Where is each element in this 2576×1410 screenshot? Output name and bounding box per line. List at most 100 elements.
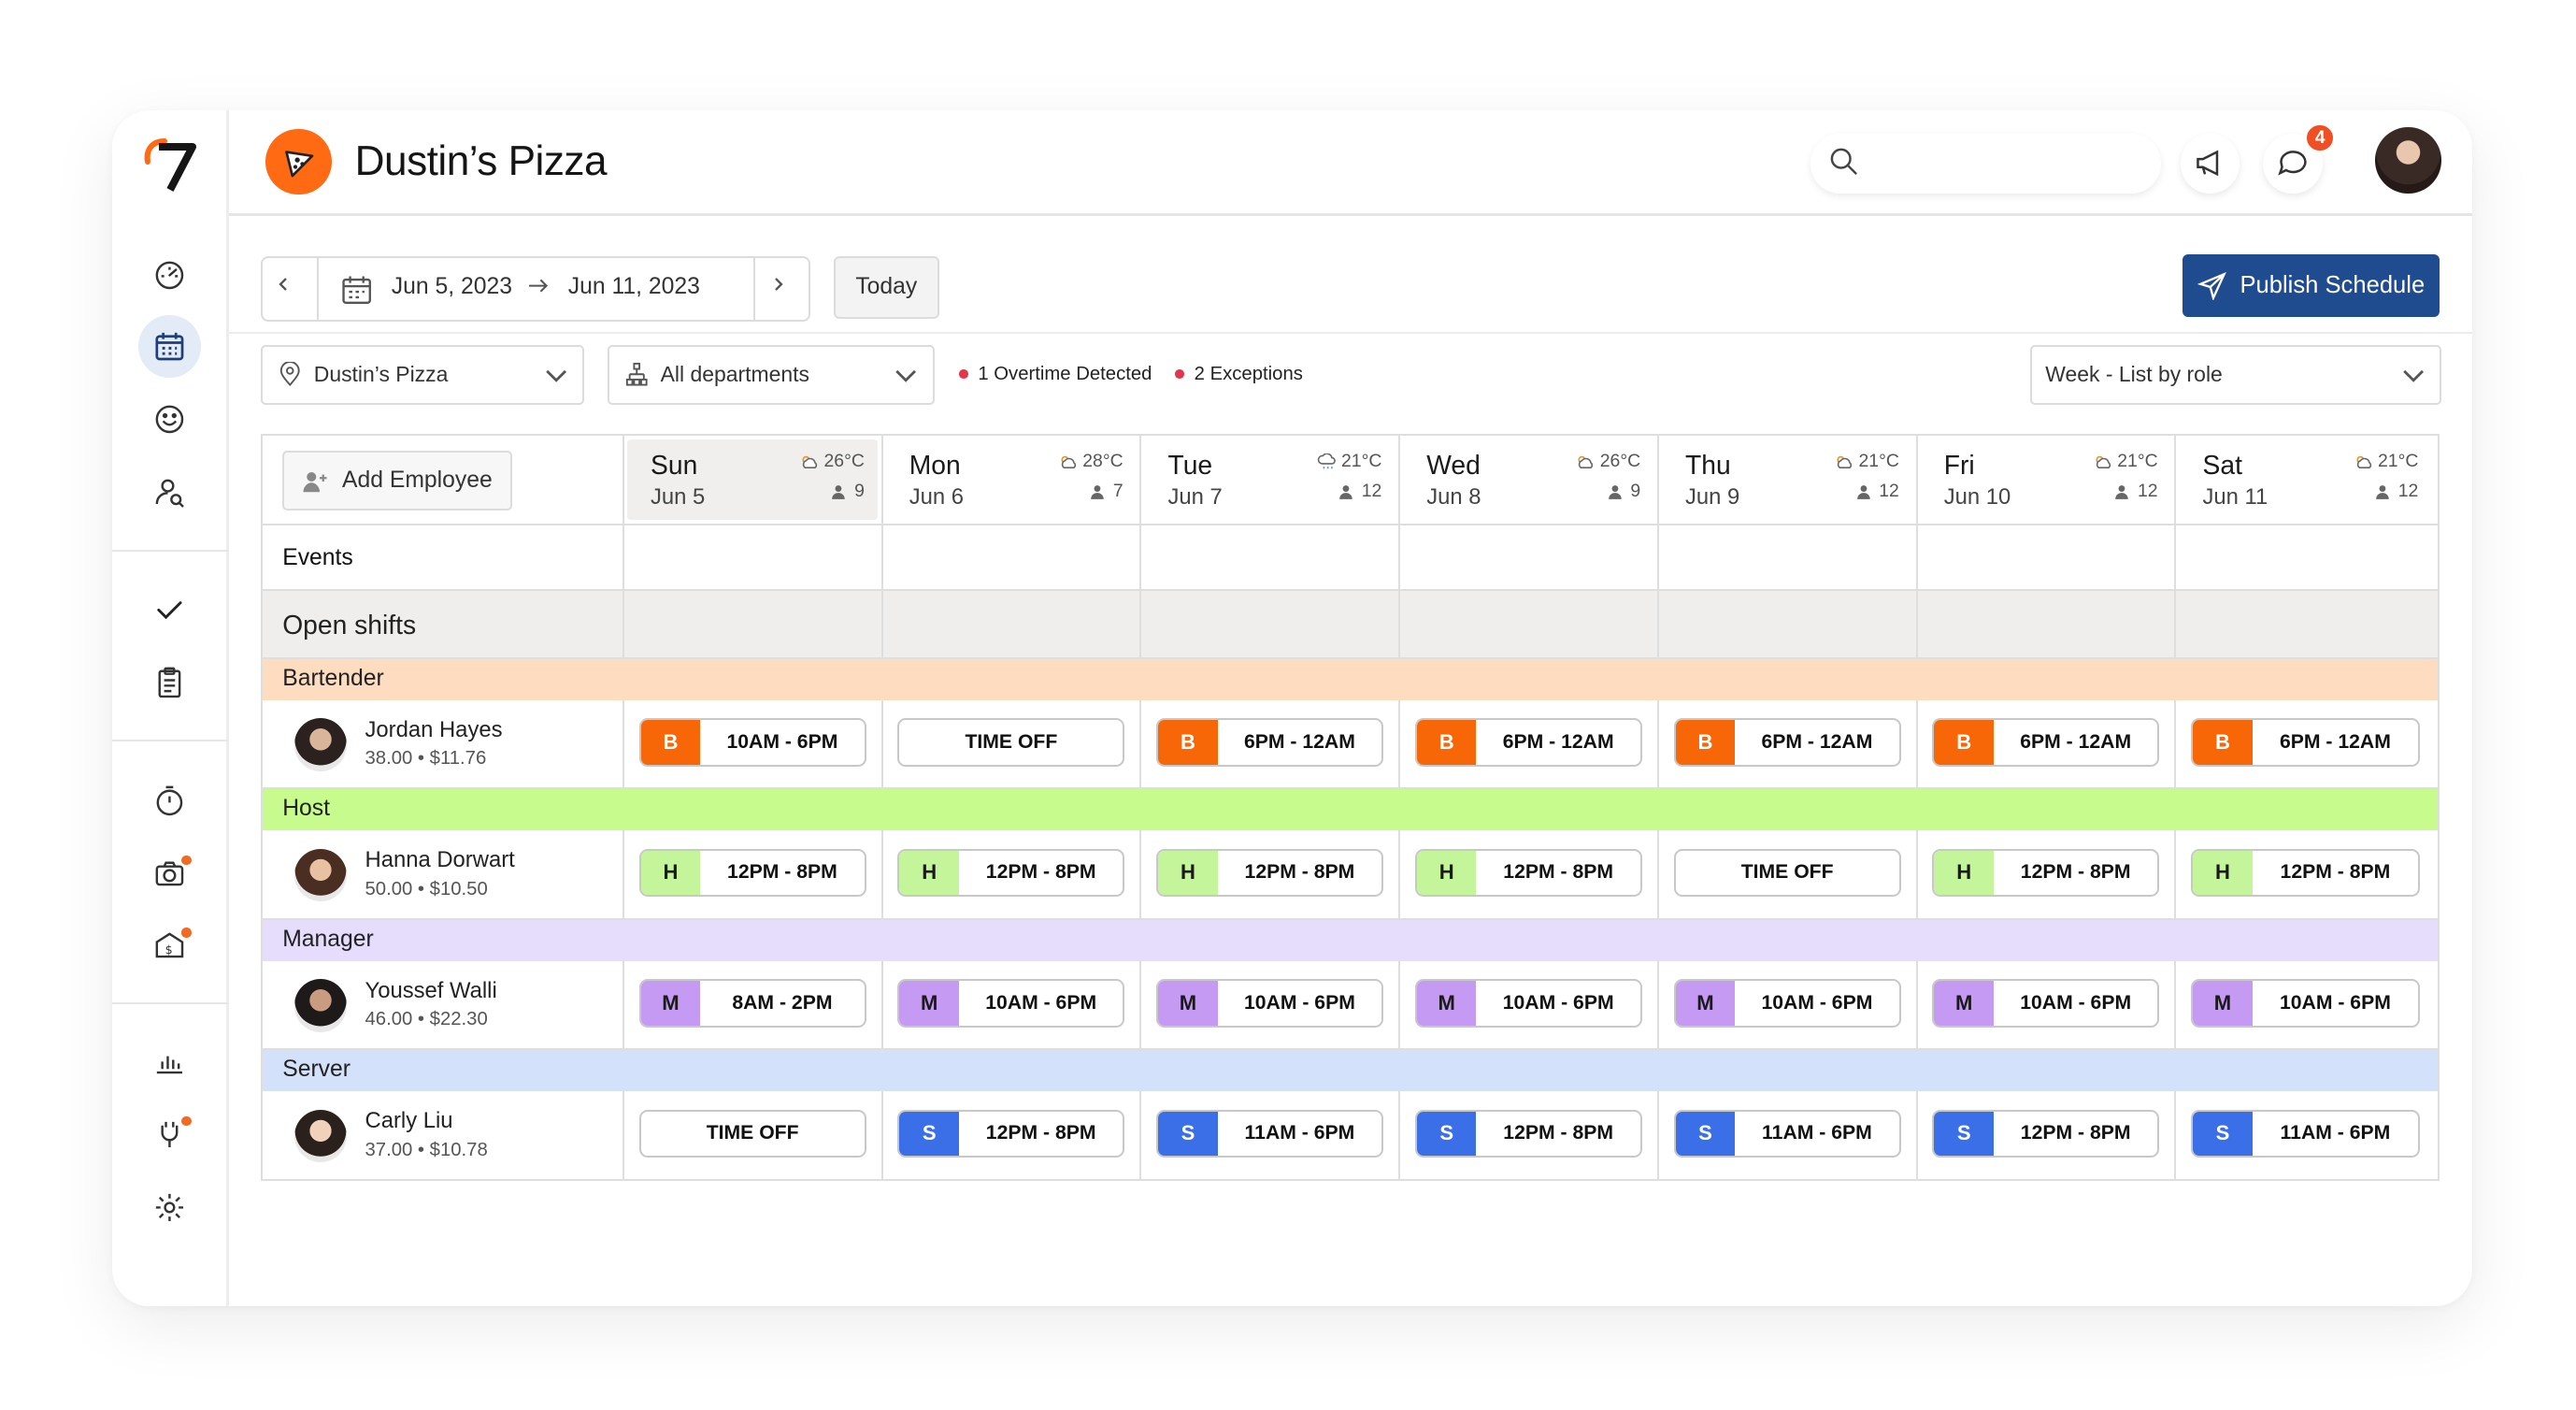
shift-block[interactable]: B 10AM - 6PM (638, 718, 866, 767)
integrations-plug-icon[interactable] (138, 1103, 201, 1166)
employee-name: Carly Liu (365, 1108, 453, 1134)
shift-time: 12PM - 8PM (2280, 861, 2391, 884)
shift-block[interactable]: H 12PM - 8PM (897, 848, 1125, 898)
time-clock-camera-icon[interactable] (138, 842, 201, 905)
employee-cell[interactable]: Hanna Dorwart 50.00 • $10.50 (263, 830, 624, 918)
shift-block[interactable]: M 8AM - 2PM (638, 979, 866, 1028)
shift-cell: H 12PM - 8PM (1141, 830, 1401, 918)
announcement-megaphone-icon[interactable] (2180, 134, 2240, 194)
search-icon (1830, 149, 1857, 176)
time-off-block[interactable]: TIME OFF (897, 718, 1125, 767)
shift-time: 10AM - 6PM (1502, 991, 1614, 1014)
shift-block[interactable]: M 10AM - 6PM (1932, 979, 2160, 1028)
time-off-block[interactable]: TIME OFF (1673, 848, 1901, 898)
open-shift-cell[interactable] (1918, 591, 2177, 657)
shift-time: 12PM - 8PM (1503, 861, 1614, 884)
clipboard-icon[interactable] (138, 651, 201, 713)
shift-block[interactable]: H 12PM - 8PM (1414, 848, 1642, 898)
sidebar-divider (112, 1001, 230, 1004)
employee-avatar[interactable] (293, 979, 348, 1032)
overtime-alert[interactable]: 1 Overtime Detected (959, 364, 1152, 385)
department-select[interactable]: All departments (607, 345, 935, 405)
start-date[interactable]: Jun 5, 2023 (392, 274, 512, 300)
dashboard-icon[interactable] (138, 243, 201, 306)
day-header-sun[interactable]: Sun Jun 5 26°C 9 (624, 436, 883, 524)
open-shift-cell[interactable] (624, 591, 883, 657)
shift-block[interactable]: S 11AM - 6PM (1673, 1109, 1901, 1158)
employee-cell[interactable]: Jordan Hayes 38.00 • $11.76 (263, 699, 624, 788)
day-header-fri[interactable]: Fri Jun 10 21°C 12 (1918, 436, 2177, 524)
events-cell[interactable] (624, 525, 883, 590)
open-shift-cell[interactable] (1659, 591, 1918, 657)
shift-block[interactable]: H 12PM - 8PM (2191, 848, 2421, 898)
publish-schedule-button[interactable]: Publish Schedule (2182, 253, 2440, 318)
day-header-wed[interactable]: Wed Jun 8 26°C 9 (1400, 436, 1659, 524)
shift-block[interactable]: S 12PM - 8PM (897, 1109, 1125, 1158)
shift-cell: B 6PM - 12AM (1659, 699, 1918, 788)
shift-block[interactable]: S 11AM - 6PM (1156, 1109, 1384, 1158)
shift-block[interactable]: M 10AM - 6PM (1414, 979, 1642, 1028)
settings-gear-icon[interactable] (138, 1175, 201, 1238)
day-name: Thu (1685, 449, 1731, 480)
partly-cloudy-icon (802, 455, 818, 468)
open-shift-cell[interactable] (1400, 591, 1659, 657)
smiley-icon[interactable] (138, 388, 201, 451)
shift-block[interactable]: B 6PM - 12AM (1156, 718, 1384, 767)
shift-block[interactable]: M 10AM - 6PM (897, 979, 1125, 1028)
open-shift-cell[interactable] (2176, 591, 2435, 656)
open-shift-cell[interactable] (1141, 591, 1401, 657)
role-tag: B (1675, 720, 1736, 765)
employee-avatar[interactable] (293, 1109, 348, 1163)
events-cell[interactable] (883, 525, 1142, 590)
shift-block[interactable]: S 11AM - 6PM (2191, 1109, 2421, 1158)
shift-block[interactable]: M 10AM - 6PM (1156, 979, 1384, 1028)
shift-block[interactable]: H 12PM - 8PM (638, 848, 866, 898)
time-off-block[interactable]: TIME OFF (638, 1109, 866, 1158)
employee-cell[interactable]: Carly Liu 37.00 • $10.78 (263, 1091, 624, 1179)
timer-icon[interactable] (138, 770, 201, 832)
shift-block[interactable]: M 10AM - 6PM (1673, 979, 1901, 1028)
events-cell[interactable] (1659, 525, 1918, 590)
user-search-icon[interactable] (138, 461, 201, 524)
end-date[interactable]: Jun 11, 2023 (568, 274, 700, 300)
shift-block[interactable]: H 12PM - 8PM (1932, 848, 2160, 898)
view-select[interactable]: Week - List by role (2030, 345, 2441, 405)
user-avatar[interactable] (2375, 126, 2441, 194)
shift-block[interactable]: B 6PM - 12AM (1932, 718, 2160, 767)
events-cell[interactable] (1141, 525, 1401, 590)
exceptions-alert[interactable]: 2 Exceptions (1175, 364, 1303, 385)
employee-avatar[interactable] (293, 718, 348, 771)
add-employee-button[interactable]: Add Employee (282, 451, 512, 511)
shift-block[interactable]: B 6PM - 12AM (1414, 718, 1642, 767)
shift-block[interactable]: B 6PM - 12AM (2191, 718, 2421, 767)
location-select[interactable]: Dustin’s Pizza (261, 345, 585, 405)
staff-count-value: 7 (1112, 481, 1123, 502)
payroll-icon[interactable]: $ (138, 914, 201, 977)
employee-cell[interactable]: Youssef Walli 46.00 • $22.30 (263, 960, 624, 1049)
search-input[interactable] (1810, 134, 2161, 194)
shift-block[interactable]: S 12PM - 8PM (1932, 1109, 2160, 1158)
open-shift-cell[interactable] (883, 591, 1142, 657)
schedule-calendar-icon[interactable] (138, 315, 202, 379)
day-header-mon[interactable]: Mon Jun 6 28°C 7 (883, 436, 1142, 524)
employee-avatar[interactable] (293, 848, 348, 902)
app-logo[interactable] (142, 134, 200, 194)
events-cell[interactable] (1400, 525, 1659, 590)
previous-week-button[interactable] (263, 257, 320, 321)
shift-block[interactable]: M 10AM - 6PM (2191, 979, 2421, 1028)
shift-block[interactable]: B 6PM - 12AM (1673, 718, 1901, 767)
next-week-button[interactable] (752, 257, 811, 321)
shift-block[interactable]: S 12PM - 8PM (1414, 1109, 1642, 1158)
day-header-thu[interactable]: Thu Jun 9 21°C 12 (1659, 436, 1918, 524)
shift-block[interactable]: H 12PM - 8PM (1156, 848, 1384, 898)
events-cell[interactable] (1918, 525, 2177, 590)
events-cell[interactable] (2176, 525, 2435, 590)
checkmark-icon[interactable] (138, 578, 201, 640)
day-date: Jun 7 (1167, 483, 1223, 510)
day-header-sat[interactable]: Sat Jun 11 21°C 12 (2176, 436, 2435, 523)
shift-time: 6PM - 12AM (2279, 730, 2391, 753)
day-header-tue[interactable]: Tue Jun 7 21°C 12 (1141, 436, 1401, 524)
today-button[interactable]: Today (833, 255, 939, 319)
reports-chart-icon[interactable] (138, 1030, 201, 1093)
shift-cell: M 10AM - 6PM (1141, 960, 1401, 1049)
